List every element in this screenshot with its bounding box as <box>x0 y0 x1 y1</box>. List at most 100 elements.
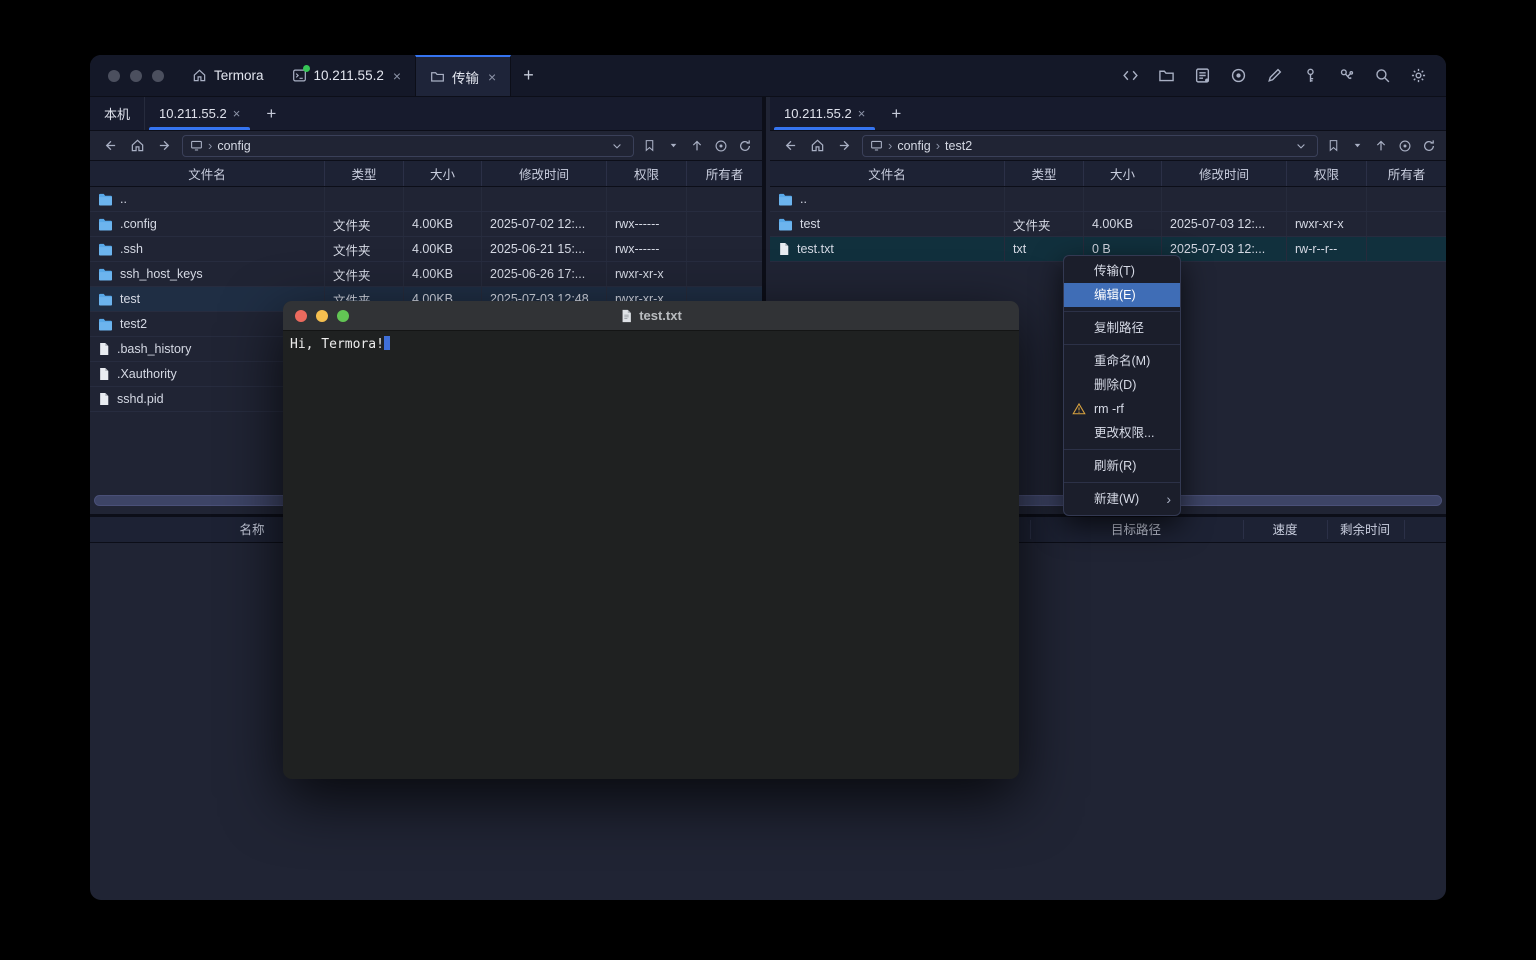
chevron-down-icon[interactable] <box>608 137 626 155</box>
file-name-label: .bash_history <box>117 342 191 356</box>
menu-item-copy-path[interactable]: 复制路径 <box>1064 316 1180 340</box>
home-icon[interactable] <box>806 135 828 157</box>
file-row[interactable]: ssh_host_keys文件夹4.00KB2025-06-26 17:...r… <box>90 262 762 287</box>
folder-icon <box>98 193 113 206</box>
code-snippets-icon[interactable] <box>1118 64 1142 88</box>
close-tab-icon[interactable]: × <box>233 106 241 121</box>
menu-item-transfer[interactable]: 传输(T) <box>1064 259 1180 283</box>
back-icon[interactable] <box>778 135 800 157</box>
column-header-owner[interactable]: 所有者 <box>687 161 762 186</box>
file-icon <box>98 367 110 381</box>
file-name-label: ssh_host_keys <box>120 267 203 281</box>
transfer-column-target[interactable]: 目标路径 <box>1111 517 1161 543</box>
left-toolbar: › config <box>90 131 762 161</box>
settings-gear-icon[interactable] <box>1406 64 1430 88</box>
forward-icon[interactable] <box>154 135 176 157</box>
refresh-icon[interactable] <box>1420 137 1438 155</box>
close-tab-icon[interactable]: × <box>858 106 866 121</box>
close-tab-icon[interactable]: × <box>488 69 496 85</box>
folder-icon <box>98 268 113 281</box>
column-header-name[interactable]: 文件名 <box>770 161 1005 186</box>
record-macro-icon[interactable] <box>1226 64 1250 88</box>
warning-icon <box>1072 402 1086 416</box>
breadcrumb-segment[interactable]: test2 <box>945 139 972 153</box>
transfer-column-speed[interactable]: 速度 <box>1272 517 1297 543</box>
column-header-perm[interactable]: 权限 <box>607 161 687 186</box>
file-row[interactable]: test文件夹4.00KB2025-07-03 12:...rwxr-xr-x <box>770 212 1446 237</box>
back-icon[interactable] <box>98 135 120 157</box>
key-icon[interactable] <box>1298 64 1322 88</box>
tab-remote-left[interactable]: 10.211.55.2 × <box>145 97 254 130</box>
editor-content[interactable]: Hi, Termora! <box>283 331 1019 357</box>
left-path-breadcrumb[interactable]: › config <box>182 135 634 157</box>
editor-titlebar[interactable]: test.txt <box>283 301 1019 331</box>
new-tab-button[interactable]: + <box>511 55 546 96</box>
menu-item-chmod[interactable]: 更改权限... <box>1064 421 1180 445</box>
keychain-icon[interactable] <box>1334 64 1358 88</box>
menu-item-new[interactable]: 新建(W) › <box>1064 487 1180 511</box>
file-perm-cell: rwxr-xr-x <box>607 262 687 286</box>
tab-local-label: 本机 <box>104 104 130 123</box>
column-divider <box>1030 520 1031 539</box>
bookmark-icon[interactable] <box>1324 137 1342 155</box>
breadcrumb-segment[interactable]: config <box>897 139 930 153</box>
edit-pencil-icon[interactable] <box>1262 64 1286 88</box>
tab-home-label: Termora <box>214 68 264 83</box>
menu-item-rm-rf[interactable]: rm -rf <box>1064 397 1180 421</box>
folder-manager-icon[interactable] <box>1154 64 1178 88</box>
search-icon[interactable] <box>1370 64 1394 88</box>
tab-remote-right[interactable]: 10.211.55.2 × <box>770 97 879 130</box>
menu-item-delete[interactable]: 删除(D) <box>1064 373 1180 397</box>
file-row[interactable]: .. <box>770 187 1446 212</box>
left-panel-tabs: 本机 10.211.55.2 × + <box>90 97 762 131</box>
column-header-mtime[interactable]: 修改时间 <box>482 161 607 186</box>
file-name-label: test <box>120 292 140 306</box>
column-header-type[interactable]: 类型 <box>1005 161 1084 186</box>
column-header-size[interactable]: 大小 <box>1084 161 1162 186</box>
column-header-mtime[interactable]: 修改时间 <box>1162 161 1287 186</box>
close-tab-icon[interactable]: × <box>393 68 401 84</box>
forward-icon[interactable] <box>834 135 856 157</box>
folder-icon <box>778 218 793 231</box>
bookmark-dropdown-icon[interactable] <box>664 137 682 155</box>
chevron-down-icon[interactable] <box>1292 137 1310 155</box>
minimize-window-button[interactable] <box>130 70 142 82</box>
log-icon[interactable] <box>1190 64 1214 88</box>
file-row[interactable]: .. <box>90 187 762 212</box>
tab-home[interactable]: Termora <box>178 55 278 96</box>
menu-item-rename[interactable]: 重命名(M) <box>1064 349 1180 373</box>
file-owner-cell <box>687 237 762 261</box>
column-header-size[interactable]: 大小 <box>404 161 482 186</box>
breadcrumb-sep: › <box>888 138 892 153</box>
close-window-button[interactable] <box>108 70 120 82</box>
file-row[interactable]: .config文件夹4.00KB2025-07-02 12:...rwx----… <box>90 212 762 237</box>
right-path-breadcrumb[interactable]: › config › test2 <box>862 135 1318 157</box>
add-panel-tab-button[interactable]: + <box>879 97 913 130</box>
menu-item-edit[interactable]: 编辑(E) <box>1064 283 1180 307</box>
file-name-cell: ssh_host_keys <box>90 262 325 286</box>
transfer-column-name[interactable]: 名称 <box>239 517 264 543</box>
column-header-owner[interactable]: 所有者 <box>1367 161 1446 186</box>
upload-icon[interactable] <box>1372 137 1390 155</box>
refresh-icon[interactable] <box>736 137 754 155</box>
transfer-column-remaining[interactable]: 剩余时间 <box>1340 517 1390 543</box>
folder-icon <box>98 243 113 256</box>
home-icon[interactable] <box>126 135 148 157</box>
tab-local[interactable]: 本机 <box>90 97 145 130</box>
add-panel-tab-button[interactable]: + <box>254 97 288 130</box>
bookmark-dropdown-icon[interactable] <box>1348 137 1366 155</box>
column-header-perm[interactable]: 权限 <box>1287 161 1367 186</box>
file-row[interactable]: .ssh文件夹4.00KB2025-06-21 15:...rwx------ <box>90 237 762 262</box>
menu-item-refresh[interactable]: 刷新(R) <box>1064 454 1180 478</box>
show-hidden-icon[interactable] <box>1396 137 1414 155</box>
upload-icon[interactable] <box>688 137 706 155</box>
file-name-cell: .. <box>770 187 1005 211</box>
tab-ssh-session[interactable]: 10.211.55.2 × <box>278 55 416 96</box>
zoom-window-button[interactable] <box>152 70 164 82</box>
tab-transfer[interactable]: 传输 × <box>415 55 511 96</box>
column-header-name[interactable]: 文件名 <box>90 161 325 186</box>
show-hidden-icon[interactable] <box>712 137 730 155</box>
breadcrumb-segment[interactable]: config <box>217 139 250 153</box>
bookmark-icon[interactable] <box>640 137 658 155</box>
column-header-type[interactable]: 类型 <box>325 161 404 186</box>
